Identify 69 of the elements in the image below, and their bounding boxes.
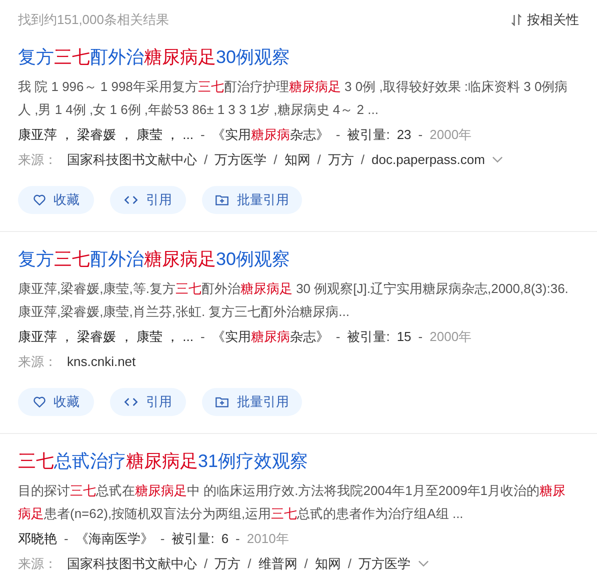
separator: - <box>236 530 240 548</box>
separator: - <box>200 126 205 144</box>
source-link[interactable]: 万方医学 <box>214 150 267 170</box>
action-button[interactable]: 收藏 <box>18 186 94 214</box>
result-abstract: 我 院 1 996～ 1 998年采用复方三七酊治疗护理糖尿病足 3 0例 ,取得较好效果 :临床资料 3 0例病人 ,男 1 4例 ,女 1 6例 ,年龄53 86± 1 3 3 1岁 ,糖尿病史 4～ 2 ... <box>18 78 569 118</box>
separator: - <box>418 328 423 346</box>
result-title[interactable]: 三七总甙治疗糖尿病足31例疗效观察 <box>18 448 579 474</box>
cited-label: 被引量: <box>347 328 390 346</box>
source-separator: / <box>317 150 321 168</box>
source-label: 来源： <box>18 352 57 370</box>
source-label: 来源： <box>18 150 57 168</box>
source-link[interactable]: 知网 <box>284 150 310 170</box>
source-link[interactable]: 万方 <box>214 554 241 574</box>
chevron-down-icon[interactable] <box>418 560 428 567</box>
source-separator: / <box>360 150 364 168</box>
separator: - <box>336 126 340 144</box>
result-count: 找到约151,000条相关结果 <box>18 11 169 29</box>
result-title[interactable]: 复方三七酊外治糖尿病足30例观察 <box>18 44 579 70</box>
separator: - <box>336 328 340 346</box>
year: 2000年 <box>430 126 472 144</box>
year: 2010年 <box>246 530 289 548</box>
year: 2000年 <box>430 328 472 346</box>
source-link[interactable]: kns.cnki.net <box>67 352 136 372</box>
source-link[interactable]: 万方 <box>328 150 354 170</box>
sort-button[interactable]: 按相关性 <box>511 10 579 30</box>
cited-count: 6 <box>221 530 229 548</box>
cited-count: 23 <box>396 126 412 144</box>
sort-icon <box>511 14 522 26</box>
cited-label: 被引量: <box>347 126 390 144</box>
action-button[interactable]: 批量引用 <box>202 388 302 416</box>
journal-link[interactable]: 《海南医学》 <box>75 528 154 548</box>
cited-label: 被引量: <box>172 530 214 548</box>
source-link[interactable]: 知网 <box>314 554 341 574</box>
folder-plus-icon <box>215 194 229 206</box>
source-link[interactable]: 国家科技图书文献中心 <box>67 150 197 170</box>
action-button[interactable]: 引用 <box>110 186 186 214</box>
result-abstract: 康亚萍,梁睿媛,康莹,等.复方三七酊外治糖尿病足 30 例观察[J].辽宁实用糖尿病杂志,2000,8(3):36.康亚萍,梁睿媛,康莹,肖兰芬,张虹. 复方三七酊外治糖尿病... <box>18 280 570 320</box>
source-separator: / <box>204 554 208 572</box>
source-link[interactable]: 维普网 <box>258 554 298 574</box>
action-button[interactable]: 收藏 <box>18 388 94 416</box>
source-link[interactable]: 万方医学 <box>358 554 410 574</box>
authors[interactable]: 康亚萍 ， 梁睿媛 ， 康莹 ， ... <box>18 326 194 346</box>
source-separator: / <box>248 554 252 572</box>
source-label: 来源： <box>18 554 57 572</box>
separator: - <box>160 530 165 548</box>
action-button[interactable]: 批量引用 <box>202 186 302 214</box>
code-brackets-icon <box>124 194 138 204</box>
source-separator: / <box>274 150 278 168</box>
source-separator: / <box>204 150 208 168</box>
folder-plus-icon <box>215 396 229 408</box>
chevron-down-icon[interactable] <box>492 156 503 163</box>
authors[interactable]: 邓晓艳 <box>18 528 57 548</box>
action-button[interactable]: 引用 <box>110 388 186 416</box>
cited-count: 15 <box>396 328 412 346</box>
separator: - <box>64 530 68 548</box>
code-brackets-icon <box>124 396 138 406</box>
heart-icon <box>32 396 46 408</box>
source-separator: / <box>304 554 308 572</box>
result-title[interactable]: 复方三七酊外治糖尿病足30例观察 <box>18 246 579 272</box>
journal-link[interactable]: 《实用糖尿病杂志》 <box>212 326 329 346</box>
source-separator: / <box>348 554 352 572</box>
result-abstract: 目的探讨三七总甙在糖尿病足中 的临床运用疗效.方法将我院2004年1月至2009年1月收治的糖尿病足患者(n=62),按随机双盲法分为两组,运用三七总甙的患者作为治疗组A组 ... <box>18 482 567 523</box>
authors[interactable]: 康亚萍 ， 梁睿媛 ， 康莹 ， ... <box>18 124 194 144</box>
heart-icon <box>32 194 46 206</box>
source-link[interactable]: 国家科技图书文献中心 <box>67 554 197 574</box>
source-link[interactable]: doc.paperpass.com <box>372 150 485 170</box>
separator: - <box>200 328 205 346</box>
separator: - <box>418 126 423 144</box>
journal-link[interactable]: 《实用糖尿病杂志》 <box>212 124 329 144</box>
